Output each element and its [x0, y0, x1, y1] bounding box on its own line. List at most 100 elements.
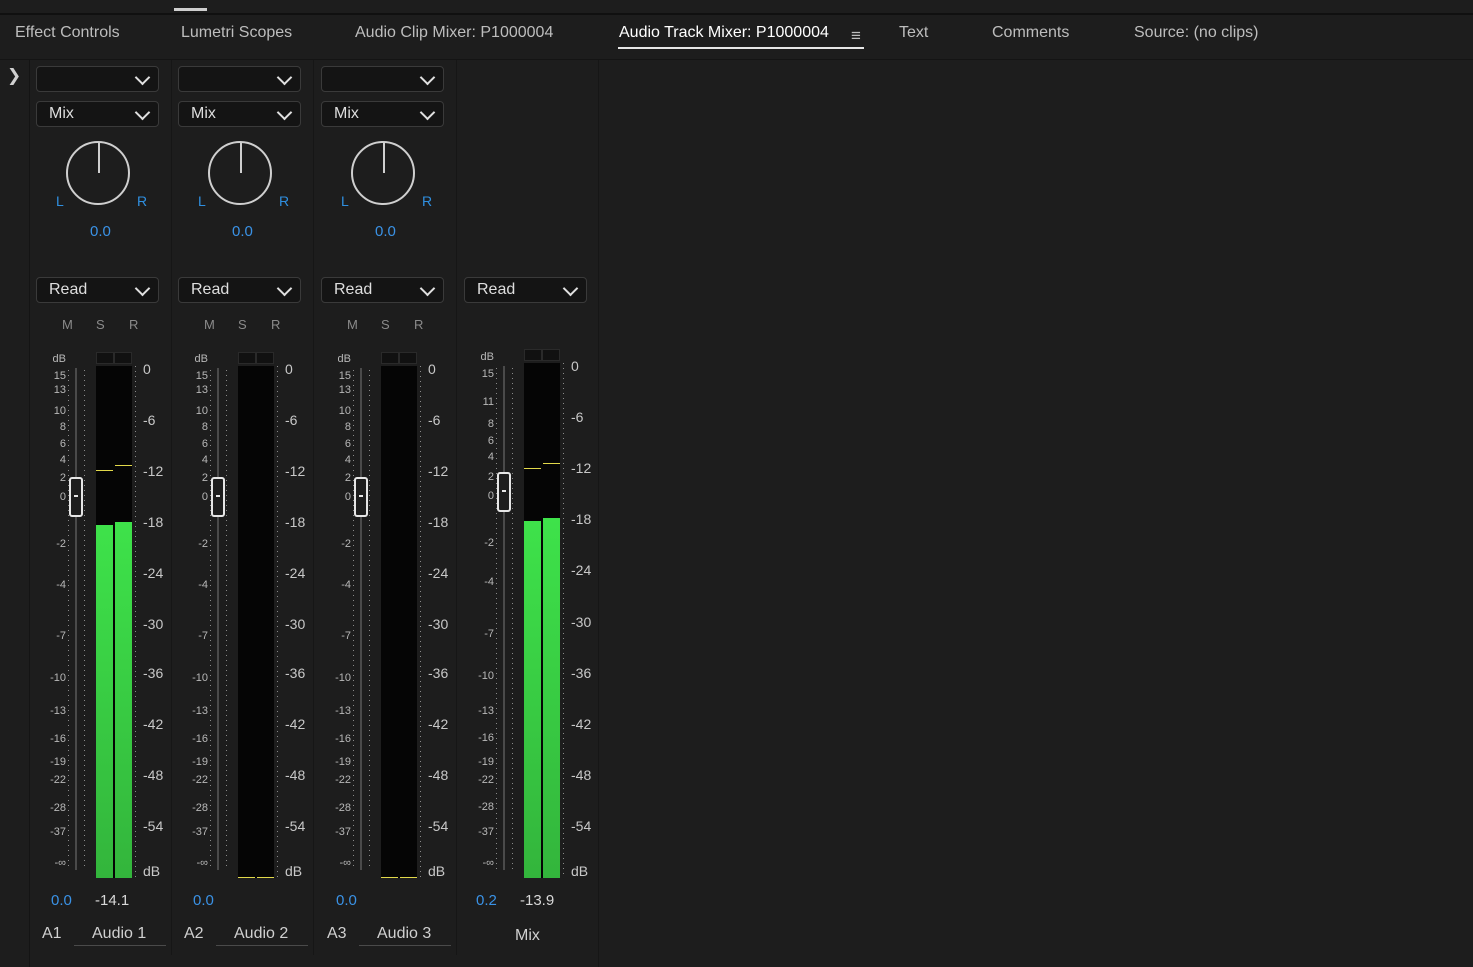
- mute-button[interactable]: M: [347, 317, 358, 332]
- meter-floor-right: [257, 877, 274, 878]
- meter-scale-tick: -48: [143, 767, 164, 783]
- volume-value[interactable]: 0.0: [51, 892, 72, 909]
- meter-floor-left: [381, 877, 398, 878]
- volume-value[interactable]: 0.0: [336, 892, 357, 909]
- pan-knob[interactable]: [66, 141, 130, 205]
- input-select[interactable]: [36, 66, 159, 92]
- record-button[interactable]: R: [271, 317, 280, 332]
- record-button[interactable]: R: [129, 317, 138, 332]
- clip-indicator-left[interactable]: [96, 352, 114, 364]
- chevron-down-icon: [276, 104, 293, 121]
- track-name[interactable]: Audio 1: [92, 925, 146, 943]
- meter-scale-tick: -30: [571, 614, 592, 630]
- pan-value[interactable]: 0.0: [375, 223, 396, 240]
- meter-scale-tick: dB: [571, 863, 589, 879]
- tab-source[interactable]: Source: (no clips): [1134, 24, 1259, 42]
- meter-scale-tick: -12: [143, 463, 164, 479]
- volume-value[interactable]: 0.0: [193, 892, 214, 909]
- chevron-down-icon: [134, 104, 151, 121]
- clip-indicator-left[interactable]: [238, 352, 256, 364]
- tab-lumetri-scopes[interactable]: Lumetri Scopes: [181, 24, 292, 42]
- fader-scale-tick: 6: [59, 438, 66, 450]
- panel-side-bar: [0, 60, 30, 967]
- clip-indicator-right[interactable]: [256, 352, 274, 364]
- hamburger-menu-icon[interactable]: ≡: [851, 26, 861, 46]
- automation-mode-select[interactable]: Read: [36, 277, 159, 303]
- fader-scale-tick: -28: [192, 802, 208, 814]
- input-select[interactable]: [321, 66, 444, 92]
- pan-knob-indicator: [383, 143, 385, 173]
- fader-scale-tick: -16: [192, 733, 208, 745]
- mute-button[interactable]: M: [62, 317, 73, 332]
- mix-mode-select[interactable]: Mix: [321, 101, 444, 127]
- mix-volume-value[interactable]: 0.2: [476, 892, 497, 909]
- input-select[interactable]: [178, 66, 301, 92]
- mix-automation-select[interactable]: Read: [464, 277, 587, 303]
- mix-fader-scale-tick: -10: [478, 670, 494, 682]
- mix-fader-scale-tick: dB: [480, 351, 494, 363]
- clip-indicator-right[interactable]: [542, 349, 560, 361]
- chevron-down-icon: [134, 280, 151, 297]
- tab-effect-controls[interactable]: Effect Controls: [15, 24, 120, 42]
- pan-left-label: L: [56, 193, 64, 209]
- solo-button[interactable]: S: [381, 317, 390, 332]
- tab-audio-track-mixer[interactable]: Audio Track Mixer: P1000004: [619, 24, 829, 42]
- fader-scale-tick: 10: [195, 405, 208, 417]
- pan-value[interactable]: 0.0: [232, 223, 253, 240]
- fader-scale-tick: -22: [335, 774, 351, 786]
- clip-indicator-left[interactable]: [524, 349, 542, 361]
- fader-scale-tick: 4: [201, 454, 208, 466]
- solo-button[interactable]: S: [96, 317, 105, 332]
- fader-scale-tick: 4: [59, 454, 66, 466]
- record-button[interactable]: R: [414, 317, 423, 332]
- tab-audio-clip-mixer[interactable]: Audio Clip Mixer: P1000004: [355, 24, 553, 42]
- automation-mode-select-label: Read: [49, 281, 88, 298]
- fader-scale-tick: -4: [56, 579, 66, 591]
- mix-mode-select[interactable]: Mix: [178, 101, 301, 127]
- mix-fader-scale-tick: 0: [487, 490, 494, 502]
- fader-scale-tick: -19: [192, 756, 208, 768]
- meter-scale-tick: -24: [571, 562, 592, 578]
- meter-scale-tick: 0: [571, 358, 579, 374]
- clip-indicator-right[interactable]: [114, 352, 132, 364]
- meter-scale-tick: -54: [285, 818, 306, 834]
- pan-knob[interactable]: [351, 141, 415, 205]
- meter-scale-tick: -30: [143, 616, 164, 632]
- tab-comments[interactable]: Comments: [992, 24, 1069, 42]
- fader-scale-tick: -10: [192, 672, 208, 684]
- volume-fader[interactable]: [354, 477, 368, 517]
- fader-scale-tick: -37: [50, 826, 66, 838]
- mix-mode-select[interactable]: Mix: [36, 101, 159, 127]
- chevron-right-icon[interactable]: ❯: [7, 66, 21, 86]
- automation-mode-select-label: Read: [191, 281, 230, 298]
- fader-scale-tick: 6: [201, 438, 208, 450]
- meter-floor-left: [238, 877, 255, 878]
- fader-scale-tick: -13: [192, 705, 208, 717]
- fader-scale-tick: -∞: [339, 857, 351, 869]
- meter-scale-tick: -18: [285, 514, 306, 530]
- clip-indicator-right[interactable]: [399, 352, 417, 364]
- fader-scale-ruler: [84, 370, 85, 870]
- pan-value[interactable]: 0.0: [90, 223, 111, 240]
- solo-button[interactable]: S: [238, 317, 247, 332]
- volume-fader[interactable]: [211, 477, 225, 517]
- mix-volume-fader[interactable]: [497, 472, 511, 512]
- clip-indicator-left[interactable]: [381, 352, 399, 364]
- fader-scale-tick: 13: [338, 384, 351, 396]
- meter-scale-tick: 0: [285, 361, 293, 377]
- volume-fader[interactable]: [69, 477, 83, 517]
- track-name[interactable]: Audio 2: [234, 925, 288, 943]
- mute-button[interactable]: M: [204, 317, 215, 332]
- meter-scale-tick: -48: [285, 767, 306, 783]
- tab-text[interactable]: Text: [899, 24, 928, 42]
- drag-handle[interactable]: [174, 8, 207, 11]
- track-name[interactable]: Audio 3: [377, 925, 431, 943]
- meter-scale-tick: -30: [285, 616, 306, 632]
- meter-scale-tick: 0: [428, 361, 436, 377]
- meter-scale-tick: -12: [428, 463, 449, 479]
- fader-scale-ruler: [496, 368, 497, 870]
- pan-knob[interactable]: [208, 141, 272, 205]
- automation-mode-select[interactable]: Read: [178, 277, 301, 303]
- fader-scale-tick: 0: [201, 491, 208, 503]
- automation-mode-select[interactable]: Read: [321, 277, 444, 303]
